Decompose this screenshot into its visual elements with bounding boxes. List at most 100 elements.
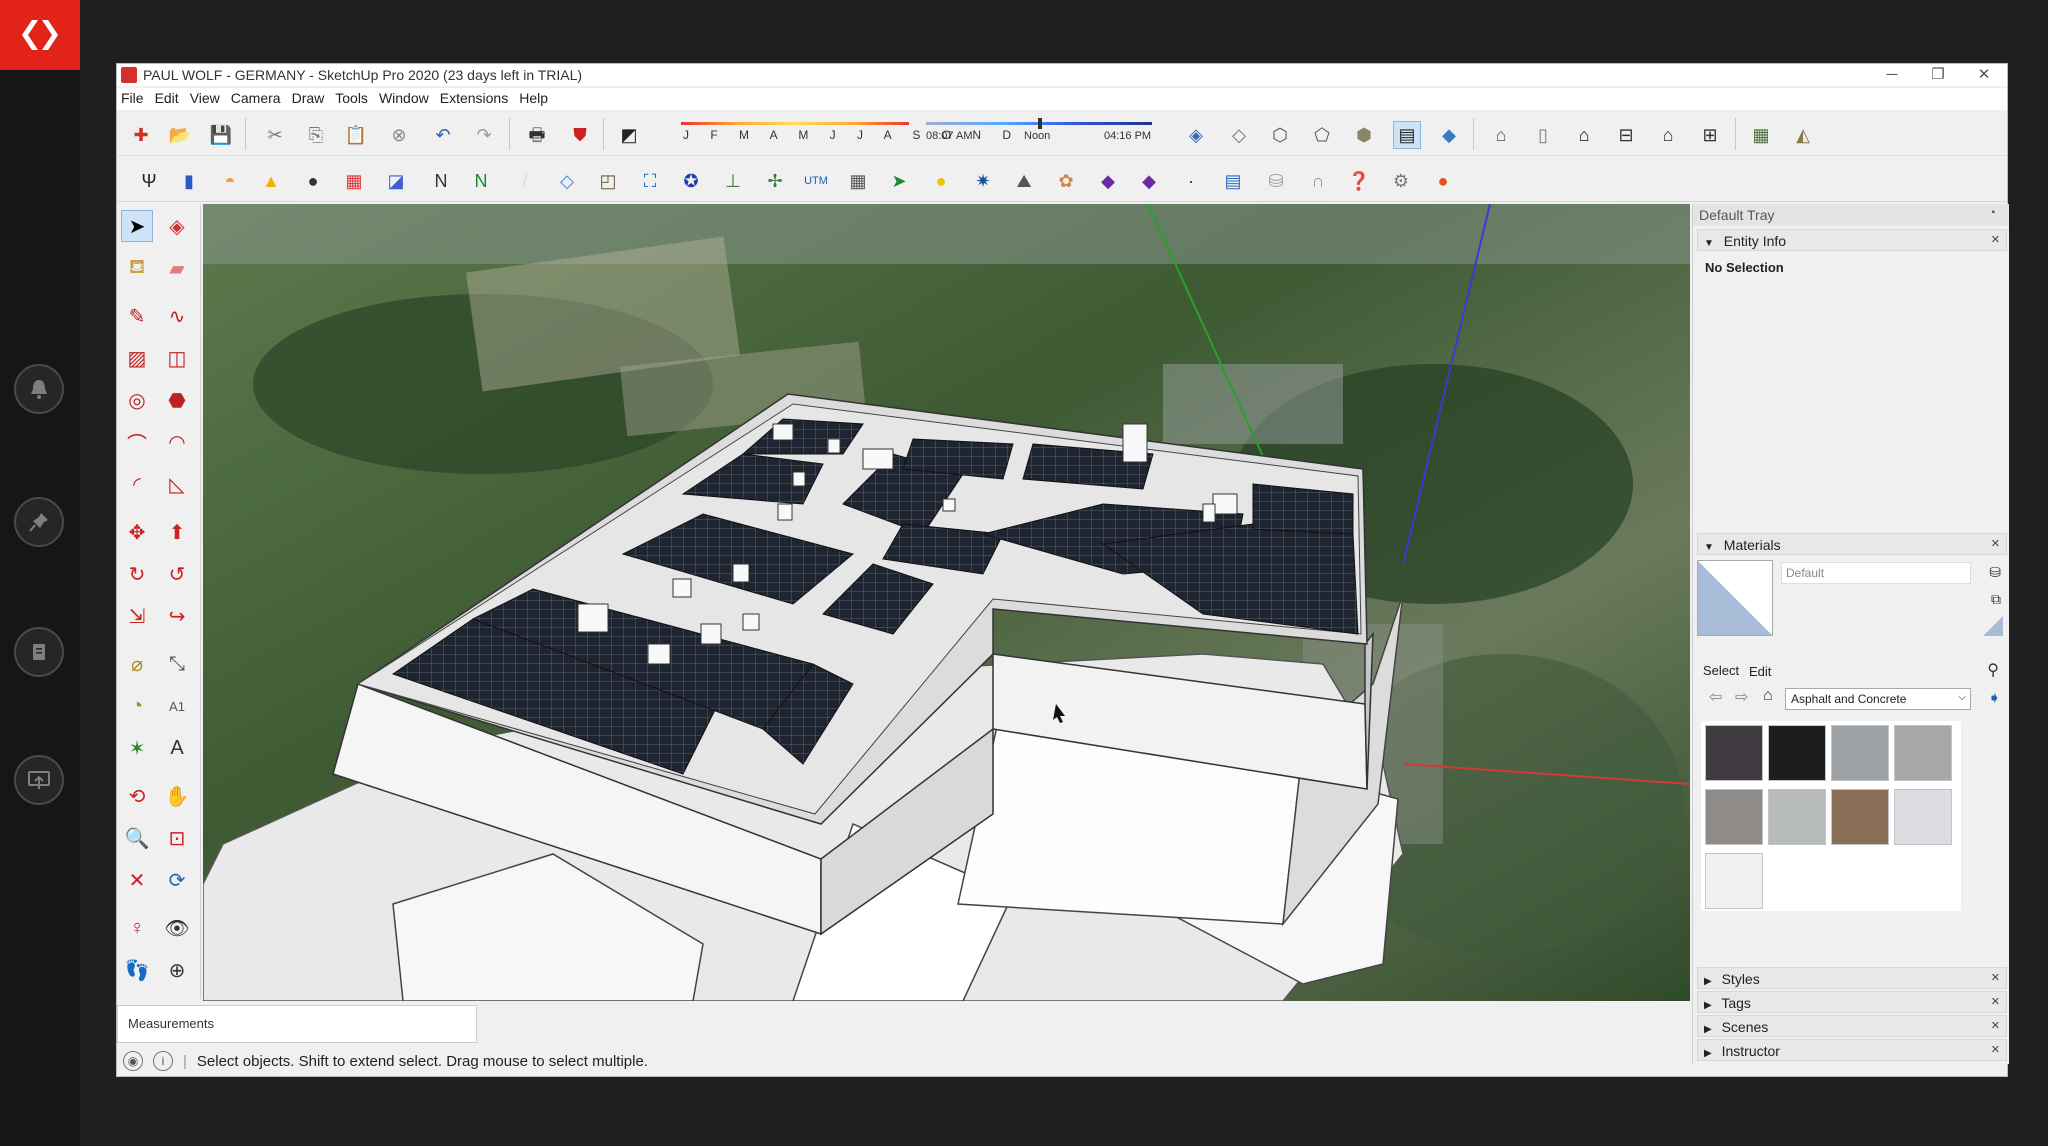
paste-icon[interactable]: 📋 <box>342 121 370 149</box>
material-create-icon[interactable]: ⛁ <box>1989 564 2001 581</box>
close-panel-icon[interactable]: ✕ <box>1991 537 2000 550</box>
extension-orange-icon[interactable]: ◓ <box>216 167 244 195</box>
material-name-field[interactable]: Default <box>1781 562 1971 584</box>
extension-folder-icon[interactable]: ◰ <box>594 167 622 195</box>
close-panel-icon[interactable]: ✕ <box>1991 1043 2000 1056</box>
arc-tool-icon[interactable]: ⌒ <box>121 426 153 458</box>
new-model-icon[interactable]: ✚ <box>127 121 155 149</box>
close-icon[interactable]: ✕ <box>1961 64 2007 86</box>
entity-info-header[interactable]: ▼ Entity Info ✕ <box>1697 229 2007 251</box>
freehand-icon[interactable]: ∿ <box>161 300 193 332</box>
select-tool-icon[interactable]: ➤ <box>121 210 153 242</box>
copy-icon[interactable]: ⎘ <box>302 121 330 149</box>
instructor-header[interactable]: ▶ Instructor ✕ <box>1697 1039 2007 1061</box>
line-tool-icon[interactable]: ✎ <box>121 300 153 332</box>
polygon-tool-icon[interactable]: ⬣ <box>161 384 193 416</box>
styles-header[interactable]: ▶ Styles ✕ <box>1697 967 2007 989</box>
material-library-select[interactable]: Asphalt and Concrete ⌵ <box>1785 688 1971 710</box>
extension-axes2-icon[interactable]: ✢ <box>761 167 789 195</box>
paint-bucket-icon[interactable]: ⛾ <box>121 252 153 284</box>
extension-trident-icon[interactable]: Ψ <box>135 167 163 195</box>
walk-tool-icon[interactable]: 👣 <box>121 954 153 986</box>
extension-page-icon[interactable]: ◇ <box>553 167 581 195</box>
menu-camera[interactable]: Camera <box>227 88 288 110</box>
settings-gear-icon[interactable]: ⚙ <box>1387 167 1415 195</box>
extension-disabled-icon[interactable]: / <box>511 167 539 195</box>
iso-view-icon[interactable]: ⌂ <box>1487 121 1515 149</box>
material-swatch[interactable] <box>1831 789 1889 845</box>
print-icon[interactable]: 🖶 <box>523 121 551 149</box>
tags-header[interactable]: ▶ Tags ✕ <box>1697 991 2007 1013</box>
material-sample-icon[interactable]: ⧉ <box>1991 591 2001 608</box>
pie-tool-icon[interactable]: ◺ <box>161 468 193 500</box>
measurements-box[interactable]: Measurements <box>117 1005 477 1043</box>
shaded-with-textures-icon[interactable]: ▤ <box>1393 121 1421 149</box>
extension-frame-icon[interactable]: ⛶ <box>636 167 664 195</box>
materials-tab-select[interactable]: Select <box>1703 663 1739 678</box>
extension-paint-icon[interactable]: ◪ <box>382 167 410 195</box>
toggle-terrain-icon[interactable]: ◭ <box>1789 121 1817 149</box>
extension-axes-icon[interactable]: ⊥ <box>719 167 747 195</box>
offset-tool-icon[interactable]: ↪ <box>161 600 193 632</box>
extension-dot-icon[interactable]: · <box>1177 167 1205 195</box>
tray-pin-icon[interactable]: ▪ <box>1991 207 1995 218</box>
redo-icon[interactable]: ↷ <box>470 121 498 149</box>
extension-ball-icon[interactable]: ● <box>1429 167 1457 195</box>
material-swatch[interactable] <box>1768 789 1826 845</box>
menu-extensions[interactable]: Extensions <box>436 88 515 110</box>
zoom-window-icon[interactable]: ⊡ <box>161 822 193 854</box>
shadow-time-slider[interactable]: 08:07 AM Noon 04:16 PM <box>924 118 1154 152</box>
close-panel-icon[interactable]: ✕ <box>1991 1019 2000 1032</box>
material-default-icon[interactable] <box>1983 616 2003 636</box>
extension-table-icon[interactable]: ▦ <box>844 167 872 195</box>
materials-tab-edit[interactable]: Edit <box>1749 664 1771 679</box>
right-view-icon[interactable]: ⊟ <box>1612 121 1640 149</box>
add-location-icon[interactable]: ▦ <box>1747 121 1775 149</box>
home-icon[interactable]: ⌂ <box>1763 687 1773 705</box>
extension-sun-icon[interactable]: ● <box>927 167 955 195</box>
extension-cap2-icon[interactable]: ◆ <box>1135 167 1163 195</box>
extension-blue-icon[interactable]: ▮ <box>175 167 203 195</box>
wireframe-icon[interactable]: ⬡ <box>1266 121 1294 149</box>
move-tool-icon[interactable]: ✥ <box>121 516 153 548</box>
close-panel-icon[interactable]: ✕ <box>1991 971 2000 984</box>
extension-cap-icon[interactable]: ◆ <box>1094 167 1122 195</box>
minimize-icon[interactable]: ─ <box>1869 64 1915 86</box>
menu-view[interactable]: View <box>186 88 227 110</box>
extension-db-icon[interactable]: ⛁ <box>1262 167 1290 195</box>
dimension-tool-icon[interactable]: ⤡ <box>161 648 193 680</box>
xray-icon[interactable]: ◈ <box>1182 121 1210 149</box>
protractor-icon[interactable]: ◔ <box>121 690 153 722</box>
hidden-line-icon[interactable]: ⬠ <box>1308 121 1336 149</box>
follow-me-icon[interactable]: ↺ <box>161 558 193 590</box>
details-arrow-icon[interactable]: ➧ <box>1988 688 2001 708</box>
save-icon[interactable]: 💾 <box>207 121 235 149</box>
scenes-header[interactable]: ▶ Scenes ✕ <box>1697 1015 2007 1037</box>
eyedropper-icon[interactable]: ⚲ <box>1987 660 1999 680</box>
front-view-icon[interactable]: ⌂ <box>1570 121 1598 149</box>
extension-utm-icon[interactable]: UTM <box>802 167 830 195</box>
rotate-tool-icon[interactable]: ↻ <box>121 558 153 590</box>
3d-text-icon[interactable]: A <box>161 732 193 764</box>
two-point-arc-icon[interactable]: ◠ <box>161 426 193 458</box>
geo-location-icon[interactable]: ◉ <box>123 1051 143 1071</box>
material-swatch[interactable] <box>1831 725 1889 781</box>
extension-arrow-icon[interactable]: ➤ <box>885 167 913 195</box>
extension-mountain-icon[interactable]: ⛰ <box>1010 167 1038 195</box>
menu-window[interactable]: Window <box>375 88 436 110</box>
shadows-toggle-icon[interactable]: ◩ <box>615 121 643 149</box>
zoom-extents-icon[interactable]: ✕ <box>121 864 153 896</box>
menu-file[interactable]: File <box>117 88 151 110</box>
monochrome-icon[interactable]: ◆ <box>1435 121 1463 149</box>
pin-icon[interactable] <box>14 497 64 547</box>
three-point-arc-icon[interactable]: ◜ <box>121 468 153 500</box>
menu-help[interactable]: Help <box>515 88 555 110</box>
extension-star-icon[interactable]: ✷ <box>969 167 997 195</box>
left-view-icon[interactable]: ⊞ <box>1696 121 1724 149</box>
menu-tools[interactable]: Tools <box>331 88 375 110</box>
push-pull-icon[interactable]: ⬆ <box>161 516 193 548</box>
close-panel-icon[interactable]: ✕ <box>1991 995 2000 1008</box>
undo-icon[interactable]: ↶ <box>429 121 457 149</box>
extension-sphere-icon[interactable]: ● <box>299 167 327 195</box>
menu-edit[interactable]: Edit <box>151 88 186 110</box>
